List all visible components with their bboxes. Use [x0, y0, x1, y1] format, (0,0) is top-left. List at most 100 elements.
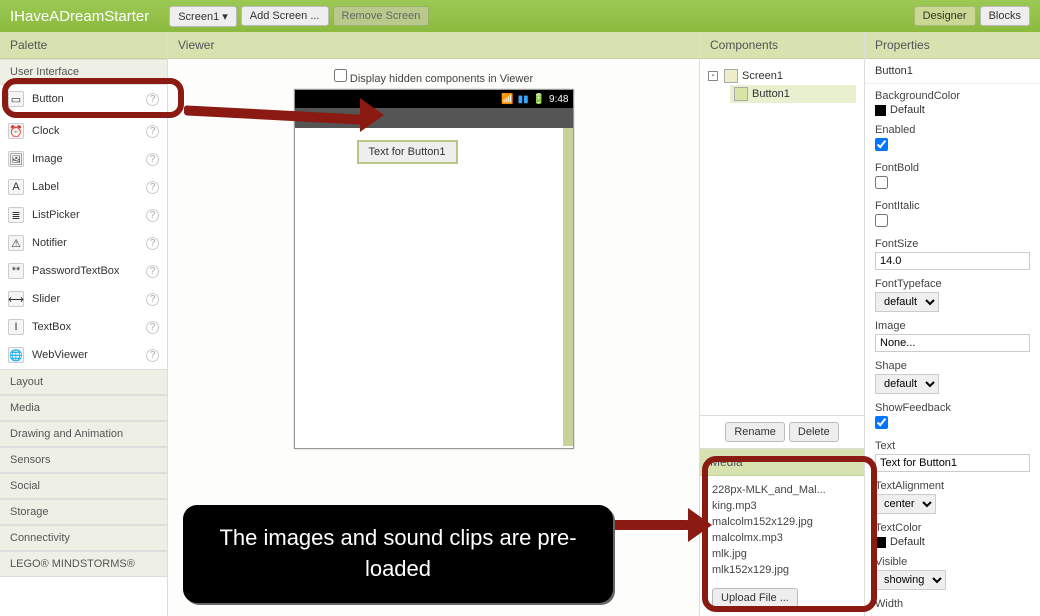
- prop-input-fontsize[interactable]: [875, 252, 1030, 270]
- prop-select-visible[interactable]: showing: [875, 570, 946, 590]
- media-panel: Media 228px-MLK_and_Mal... king.mp3 malc…: [700, 448, 864, 616]
- media-item[interactable]: mlk152x129.jpg: [712, 562, 852, 578]
- palette-panel: Palette User Interface ▭Button? ⏰Clock? …: [0, 32, 168, 616]
- palette-item-label: Notifier: [32, 237, 67, 249]
- palette-item-passwordtextbox[interactable]: ** PasswordTextBox?: [0, 257, 167, 285]
- status-time: 9:48: [549, 94, 568, 105]
- color-swatch[interactable]: [875, 105, 886, 116]
- notifier-icon: ⚠: [8, 235, 24, 251]
- palette-item-listpicker[interactable]: ≣ListPicker?: [0, 201, 167, 229]
- palette-item-label: Clock: [32, 125, 60, 137]
- collapse-icon[interactable]: -: [708, 71, 718, 81]
- palette-cat-drawing[interactable]: Drawing and Animation: [0, 421, 167, 447]
- prop-select-fonttypeface[interactable]: default: [875, 292, 939, 312]
- palette-cat-social[interactable]: Social: [0, 473, 167, 499]
- help-icon[interactable]: ?: [146, 125, 159, 138]
- properties-panel: Properties Button1 BackgroundColorDefaul…: [865, 32, 1040, 616]
- help-icon[interactable]: ?: [146, 209, 159, 222]
- prop-label-textalign: TextAlignment: [875, 480, 1030, 492]
- media-item[interactable]: malcolm152x129.jpg: [712, 514, 852, 530]
- prop-label-image: Image: [875, 320, 1030, 332]
- prop-check-showfeedback[interactable]: [875, 416, 888, 429]
- help-icon[interactable]: ?: [146, 237, 159, 250]
- palette-cat-connectivity[interactable]: Connectivity: [0, 525, 167, 551]
- palette-item-button[interactable]: ▭Button?: [0, 85, 167, 113]
- prop-check-enabled[interactable]: [875, 138, 888, 151]
- palette-item-label: Slider: [32, 293, 60, 305]
- blocks-tab[interactable]: Blocks: [980, 6, 1030, 26]
- prop-label-bgcolor: BackgroundColor: [875, 90, 1030, 102]
- palette-cat-sensors[interactable]: Sensors: [0, 447, 167, 473]
- palette-item-label: TextBox: [32, 321, 71, 333]
- upload-file-button[interactable]: Upload File ...: [712, 588, 798, 608]
- button-icon: ▭: [8, 91, 24, 107]
- palette-cat-layout[interactable]: Layout: [0, 369, 167, 395]
- slider-icon: ⟷: [8, 291, 24, 307]
- palette-item-webviewer[interactable]: 🌐WebViewer?: [0, 341, 167, 369]
- textbox-icon: I: [8, 319, 24, 335]
- prop-value-textcolor[interactable]: Default: [890, 536, 925, 548]
- palette-item-image[interactable]: 🖼Image?: [0, 145, 167, 173]
- display-hidden-checkbox[interactable]: [334, 69, 347, 82]
- remove-screen-button[interactable]: Remove Screen: [333, 6, 430, 26]
- screen-buttons: Screen1 ▾ Add Screen ... Remove Screen: [169, 6, 429, 27]
- add-screen-button[interactable]: Add Screen ...: [241, 6, 329, 26]
- screen-icon: [724, 69, 738, 83]
- media-item[interactable]: king.mp3: [712, 498, 852, 514]
- palette-item-label: ListPicker: [32, 209, 80, 221]
- palette-cat-media[interactable]: Media: [0, 395, 167, 421]
- palette-cat-lego[interactable]: LEGO® MINDSTORMS®: [0, 551, 167, 577]
- tree-item-screen1[interactable]: -Screen1: [708, 67, 856, 85]
- help-icon[interactable]: ?: [146, 153, 159, 166]
- prop-check-fontbold[interactable]: [875, 176, 888, 189]
- label-icon: A: [8, 179, 24, 195]
- palette-item-notifier[interactable]: ⚠ Notifier?: [0, 229, 167, 257]
- help-icon[interactable]: ?: [146, 93, 159, 106]
- palette-cat-storage[interactable]: Storage: [0, 499, 167, 525]
- annotation-callout: The images and sound clips are pre-loade…: [183, 505, 613, 603]
- palette-cat-user-interface[interactable]: User Interface: [0, 59, 167, 85]
- password-icon: **: [8, 263, 24, 279]
- designer-tab[interactable]: Designer: [914, 6, 976, 26]
- media-item[interactable]: mlk.jpg: [712, 546, 852, 562]
- palette-item-slider[interactable]: ⟷ Slider?: [0, 285, 167, 313]
- prop-select-textalign[interactable]: center: [875, 494, 936, 514]
- prop-value-bgcolor[interactable]: Default: [890, 104, 925, 116]
- tree-item-button1[interactable]: Button1: [730, 85, 856, 103]
- battery-icon: 🔋: [533, 94, 545, 105]
- components-tree: -Screen1 Button1: [700, 59, 864, 415]
- prop-input-text[interactable]: [875, 454, 1030, 472]
- viewer-header: Viewer: [168, 32, 699, 59]
- delete-button[interactable]: Delete: [789, 422, 839, 442]
- prop-label-fontitalic: FontItalic: [875, 200, 1030, 212]
- palette-items: ▭Button? ⏰Clock? 🖼Image? ALabel? ≣ListPi…: [0, 85, 167, 369]
- rename-button[interactable]: Rename: [725, 422, 785, 442]
- media-item[interactable]: 228px-MLK_and_Mal...: [712, 482, 852, 498]
- prop-input-image[interactable]: [875, 334, 1030, 352]
- prop-label-showfeedback: ShowFeedback: [875, 402, 1030, 414]
- help-icon[interactable]: ?: [146, 321, 159, 334]
- media-item[interactable]: malcolmx.mp3: [712, 530, 852, 546]
- prop-label-fontsize: FontSize: [875, 238, 1030, 250]
- components-actions: Rename Delete: [700, 415, 864, 448]
- prop-select-shape[interactable]: default: [875, 374, 939, 394]
- prop-label-text: Text: [875, 440, 1030, 452]
- help-icon[interactable]: ?: [146, 293, 159, 306]
- help-icon[interactable]: ?: [146, 349, 159, 362]
- display-hidden-toggle[interactable]: Display hidden components in Viewer: [334, 69, 533, 85]
- components-header: Components: [700, 32, 864, 59]
- screen-body[interactable]: Text for Button1: [295, 128, 573, 446]
- palette-item-label: Image: [32, 153, 63, 165]
- wifi-icon: 📶: [501, 94, 513, 105]
- screen-selector[interactable]: Screen1 ▾: [169, 6, 237, 27]
- prop-check-fontitalic[interactable]: [875, 214, 888, 227]
- signal-icon: ▮▮: [518, 94, 529, 105]
- preview-button1[interactable]: Text for Button1: [357, 140, 458, 164]
- palette-item-textbox[interactable]: I TextBox?: [0, 313, 167, 341]
- help-icon[interactable]: ?: [146, 181, 159, 194]
- palette-item-label[interactable]: ALabel?: [0, 173, 167, 201]
- help-icon[interactable]: ?: [146, 265, 159, 278]
- palette-item-label: PasswordTextBox: [32, 265, 119, 277]
- palette-item-clock[interactable]: ⏰Clock?: [0, 117, 167, 145]
- color-swatch[interactable]: [875, 537, 886, 548]
